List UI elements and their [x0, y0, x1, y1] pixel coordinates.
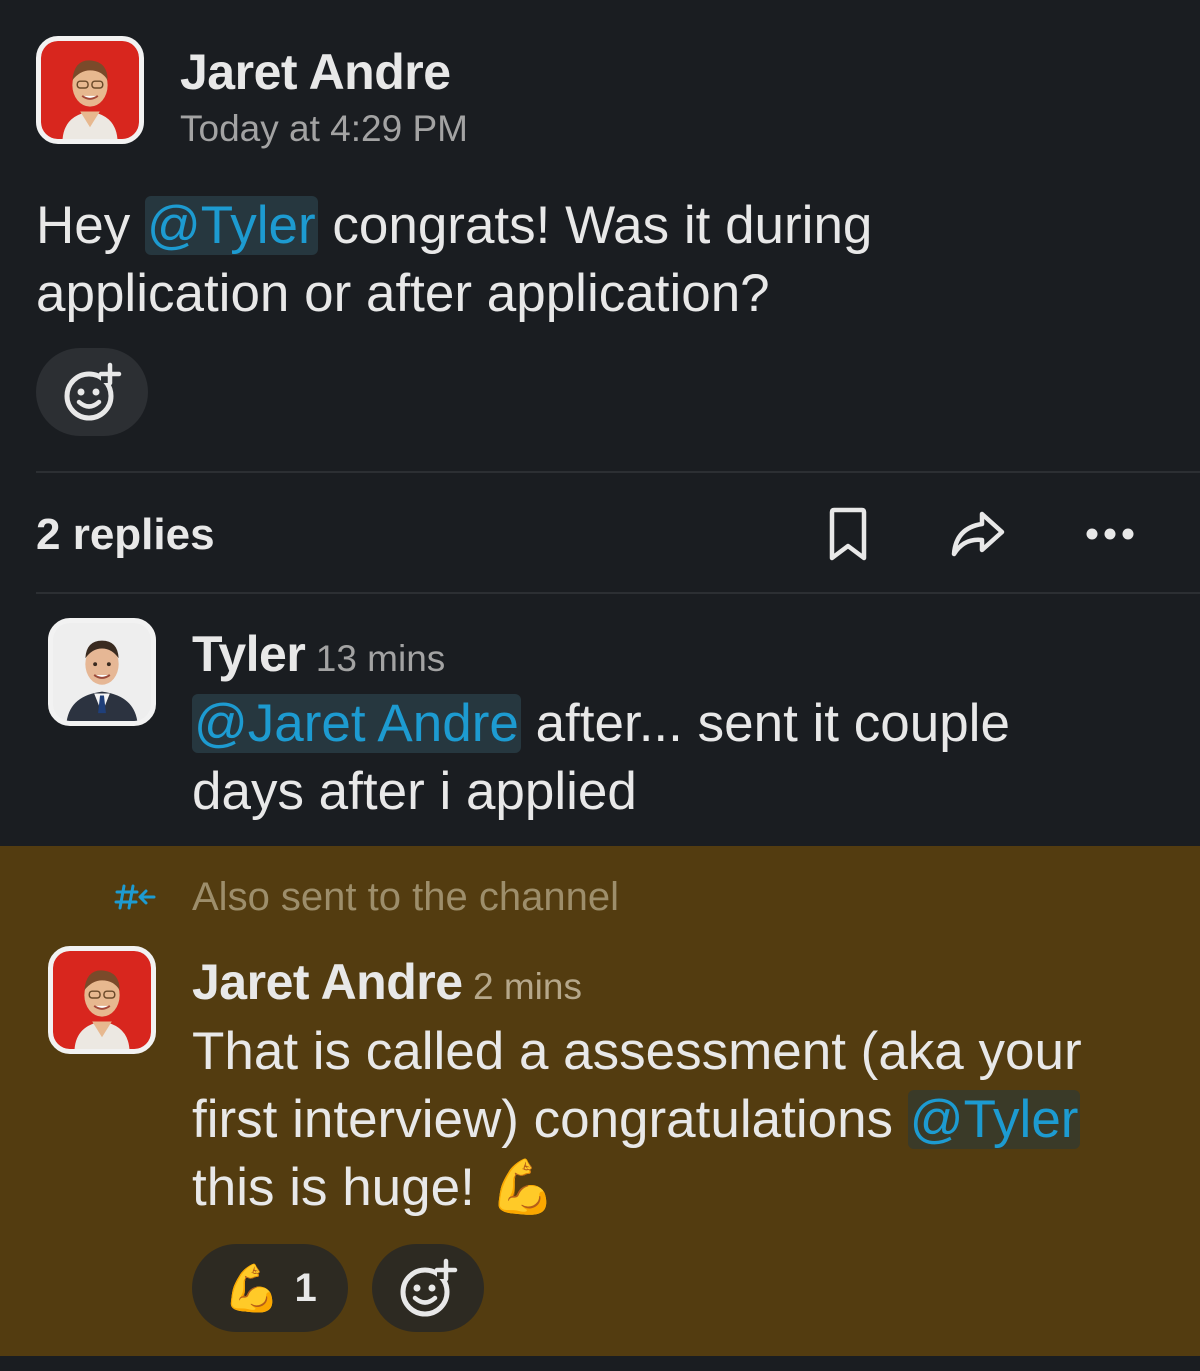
reply-header-jaret: Jaret Andre 2 mins — [192, 952, 582, 1025]
divider-thread — [36, 592, 1200, 594]
also-sent-to-channel: Also sent to the channel — [192, 875, 619, 919]
add-reaction-button-reply[interactable] — [372, 1244, 484, 1332]
avatar-image — [53, 951, 151, 1049]
reaction-emoji: 💪 — [223, 1262, 281, 1314]
add-reaction-button[interactable] — [36, 348, 148, 436]
avatar-jaret-andre-reply[interactable] — [48, 946, 156, 1054]
add-reaction-icon — [64, 362, 122, 421]
bookmark-icon — [829, 507, 867, 561]
reaction-count: 1 — [294, 1265, 317, 1310]
reply-text-line2: days after i applied — [192, 762, 637, 821]
flexed-biceps-emoji: 💪 — [489, 1158, 556, 1217]
reply-time: 2 mins — [472, 966, 582, 1007]
avatar-tyler[interactable] — [48, 618, 156, 726]
mention-jaret-andre[interactable]: @Jaret Andre — [192, 694, 521, 753]
parent-text-line2: application or after application? — [36, 264, 770, 323]
reply-message-jaret: That is called a assessment (aka your fi… — [192, 1018, 1192, 1222]
parent-timestamp: Today at 4:29 PM — [180, 108, 468, 149]
reply-header-tyler: Tyler 13 mins — [192, 624, 445, 697]
bookmark-button[interactable] — [822, 504, 874, 564]
reply-text-line2: first interview) congratulations — [192, 1090, 908, 1149]
reply-text-line1: after... sent it couple — [520, 694, 1010, 753]
mention-tyler[interactable]: @Tyler — [144, 196, 318, 255]
reply-message-tyler: @Jaret Andre after... sent it couple day… — [192, 690, 1182, 826]
channel-icon — [114, 876, 158, 916]
parent-text-line1: congrats! Was it during — [317, 196, 873, 255]
divider-top — [36, 471, 1200, 473]
avatar-image — [53, 623, 151, 721]
replies-count[interactable]: 2 replies — [36, 508, 215, 562]
avatar-image — [41, 41, 139, 139]
avatar-jaret-andre[interactable] — [36, 36, 144, 144]
parent-message: Hey @Tyler congrats! Was it during appli… — [36, 192, 1176, 328]
more-icon — [1086, 528, 1134, 540]
parent-text-pre: Hey — [36, 196, 145, 255]
parent-author[interactable]: Jaret Andre — [180, 42, 451, 102]
reply-text-line1: That is called a assessment (aka your — [192, 1022, 1082, 1081]
add-reaction-icon — [400, 1258, 458, 1317]
reaction-flexed-biceps[interactable]: 💪 1 — [192, 1244, 348, 1332]
share-button[interactable] — [948, 506, 1008, 562]
reply-author[interactable]: Tyler — [192, 626, 306, 682]
more-button[interactable] — [1082, 516, 1142, 552]
reply-text-line3: this is huge! — [192, 1158, 490, 1217]
mention-tyler[interactable]: @Tyler — [907, 1090, 1081, 1149]
reply-author[interactable]: Jaret Andre — [192, 954, 463, 1010]
share-icon — [951, 511, 1005, 557]
reply-time: 13 mins — [315, 638, 446, 679]
